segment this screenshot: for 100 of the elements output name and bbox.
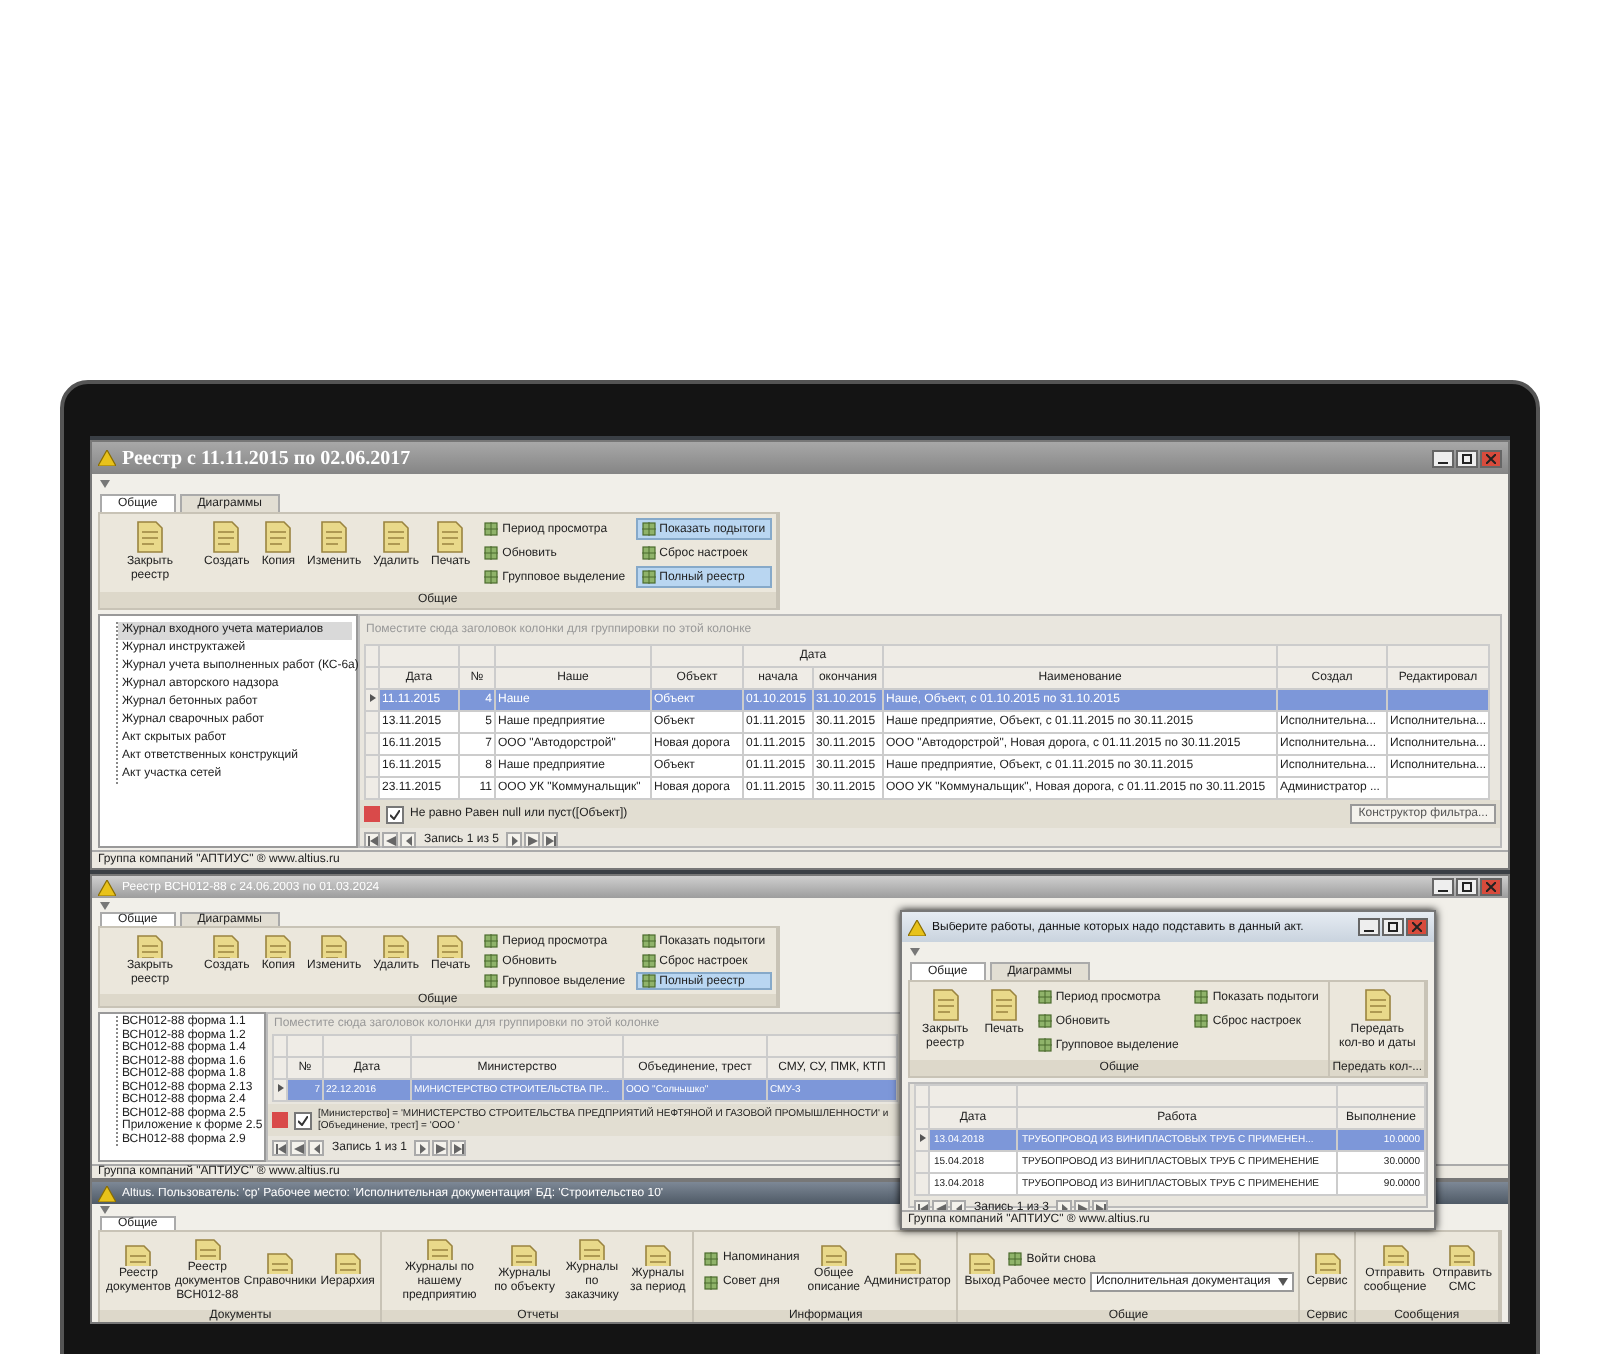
warning-icon — [908, 919, 926, 935]
document-icon — [191, 1238, 224, 1260]
previous-record-icon — [311, 1143, 321, 1153]
previous-page-icon — [293, 1143, 303, 1153]
close-icon — [1486, 453, 1496, 463]
document-icon — [1446, 1244, 1479, 1267]
document-icon — [1379, 1244, 1411, 1267]
document-icon — [264, 1251, 297, 1274]
close-icon — [1486, 882, 1496, 892]
grid-icon — [1194, 990, 1209, 1004]
close-button[interactable] — [1406, 918, 1428, 936]
next-record-button[interactable] — [414, 1140, 431, 1156]
document-icon — [134, 934, 166, 958]
maximize-icon — [1388, 922, 1398, 932]
next-record-icon — [509, 835, 520, 845]
grid-icon — [704, 1275, 719, 1290]
grid-icon — [704, 1251, 719, 1266]
grid-icon — [1008, 1252, 1023, 1267]
document-icon — [641, 1244, 674, 1267]
warning-icon — [98, 879, 116, 895]
previous-record-icon — [403, 835, 413, 845]
first-page-icon — [275, 1143, 285, 1153]
check-icon — [390, 809, 400, 819]
dropdown-icon — [1278, 1278, 1289, 1287]
dropdown-icon[interactable] — [910, 947, 920, 955]
filter-checkbox[interactable] — [294, 1111, 312, 1129]
previous-record-button[interactable] — [400, 832, 416, 848]
grid-icon — [484, 934, 499, 948]
minimize-button[interactable] — [1358, 918, 1380, 936]
grid-icon — [641, 954, 656, 968]
grid-icon — [1037, 1038, 1052, 1052]
warning-icon — [98, 450, 116, 466]
document-icon — [262, 934, 295, 958]
grid-icon — [1037, 1014, 1052, 1028]
last-page-button[interactable] — [450, 1140, 467, 1156]
document-icon — [966, 1251, 999, 1274]
last-page-button[interactable] — [542, 832, 559, 848]
document-icon — [929, 988, 962, 1022]
grid-icon — [641, 974, 656, 988]
document-icon — [508, 1244, 541, 1267]
minimize-button[interactable] — [1432, 449, 1454, 467]
next-page-icon — [435, 1143, 446, 1153]
document-icon — [318, 934, 351, 958]
grid-icon — [641, 570, 656, 584]
last-page-icon — [545, 835, 556, 845]
maximize-button[interactable] — [1456, 449, 1478, 467]
document-icon — [423, 1238, 456, 1260]
document-icon — [575, 1238, 608, 1260]
first-page-icon — [367, 835, 377, 845]
grid-icon — [641, 546, 656, 560]
previous-page-icon — [385, 835, 395, 845]
document-icon — [134, 520, 166, 554]
grid-icon — [641, 934, 656, 948]
previous-page-button[interactable] — [382, 832, 398, 848]
last-page-icon — [453, 1143, 464, 1153]
close-icon — [1412, 922, 1422, 932]
grid-icon — [484, 954, 499, 968]
close-button[interactable] — [1480, 449, 1502, 467]
grid-icon — [484, 974, 499, 988]
grid-icon — [1194, 1014, 1209, 1028]
next-page-button[interactable] — [524, 832, 541, 848]
maximize-icon — [1462, 882, 1472, 892]
document-icon — [817, 1244, 850, 1267]
maximize-button[interactable] — [1382, 918, 1404, 936]
document-icon — [380, 934, 413, 958]
close-button[interactable] — [1480, 878, 1502, 896]
document-icon — [891, 1251, 924, 1274]
document-icon — [331, 1251, 364, 1274]
window-title: Реестр с 11.11.2015 по 02.06.2017 — [122, 447, 413, 469]
warning-icon — [98, 1185, 116, 1201]
document-icon — [318, 520, 351, 554]
next-record-button[interactable] — [506, 832, 523, 848]
document-icon — [210, 934, 243, 958]
grid-icon — [1037, 990, 1052, 1004]
first-page-button[interactable] — [272, 1140, 288, 1156]
row-pointer-icon — [277, 1084, 283, 1092]
maximize-button[interactable] — [1456, 878, 1478, 896]
document-icon — [988, 988, 1021, 1022]
document-icon — [380, 520, 413, 554]
document-icon — [262, 520, 295, 554]
document-icon — [1311, 1251, 1343, 1274]
last-page-icon — [1095, 1203, 1106, 1213]
filter-checkbox[interactable] — [386, 805, 404, 823]
row-pointer-icon — [919, 1134, 925, 1142]
dropdown-icon[interactable] — [100, 479, 110, 487]
grid-icon — [484, 570, 499, 584]
row-pointer-icon — [369, 694, 375, 702]
previous-record-button[interactable] — [308, 1140, 324, 1156]
next-page-icon — [527, 835, 538, 845]
previous-page-button[interactable] — [290, 1140, 306, 1156]
grid-icon — [641, 522, 656, 536]
grid-icon — [484, 546, 499, 560]
document-icon — [434, 520, 467, 554]
minimize-button[interactable] — [1432, 878, 1454, 896]
grid-icon — [484, 522, 499, 536]
next-page-button[interactable] — [432, 1140, 449, 1156]
first-page-button[interactable] — [364, 832, 380, 848]
document-icon — [122, 1244, 155, 1267]
document-icon — [210, 520, 243, 554]
check-icon — [298, 1115, 308, 1125]
